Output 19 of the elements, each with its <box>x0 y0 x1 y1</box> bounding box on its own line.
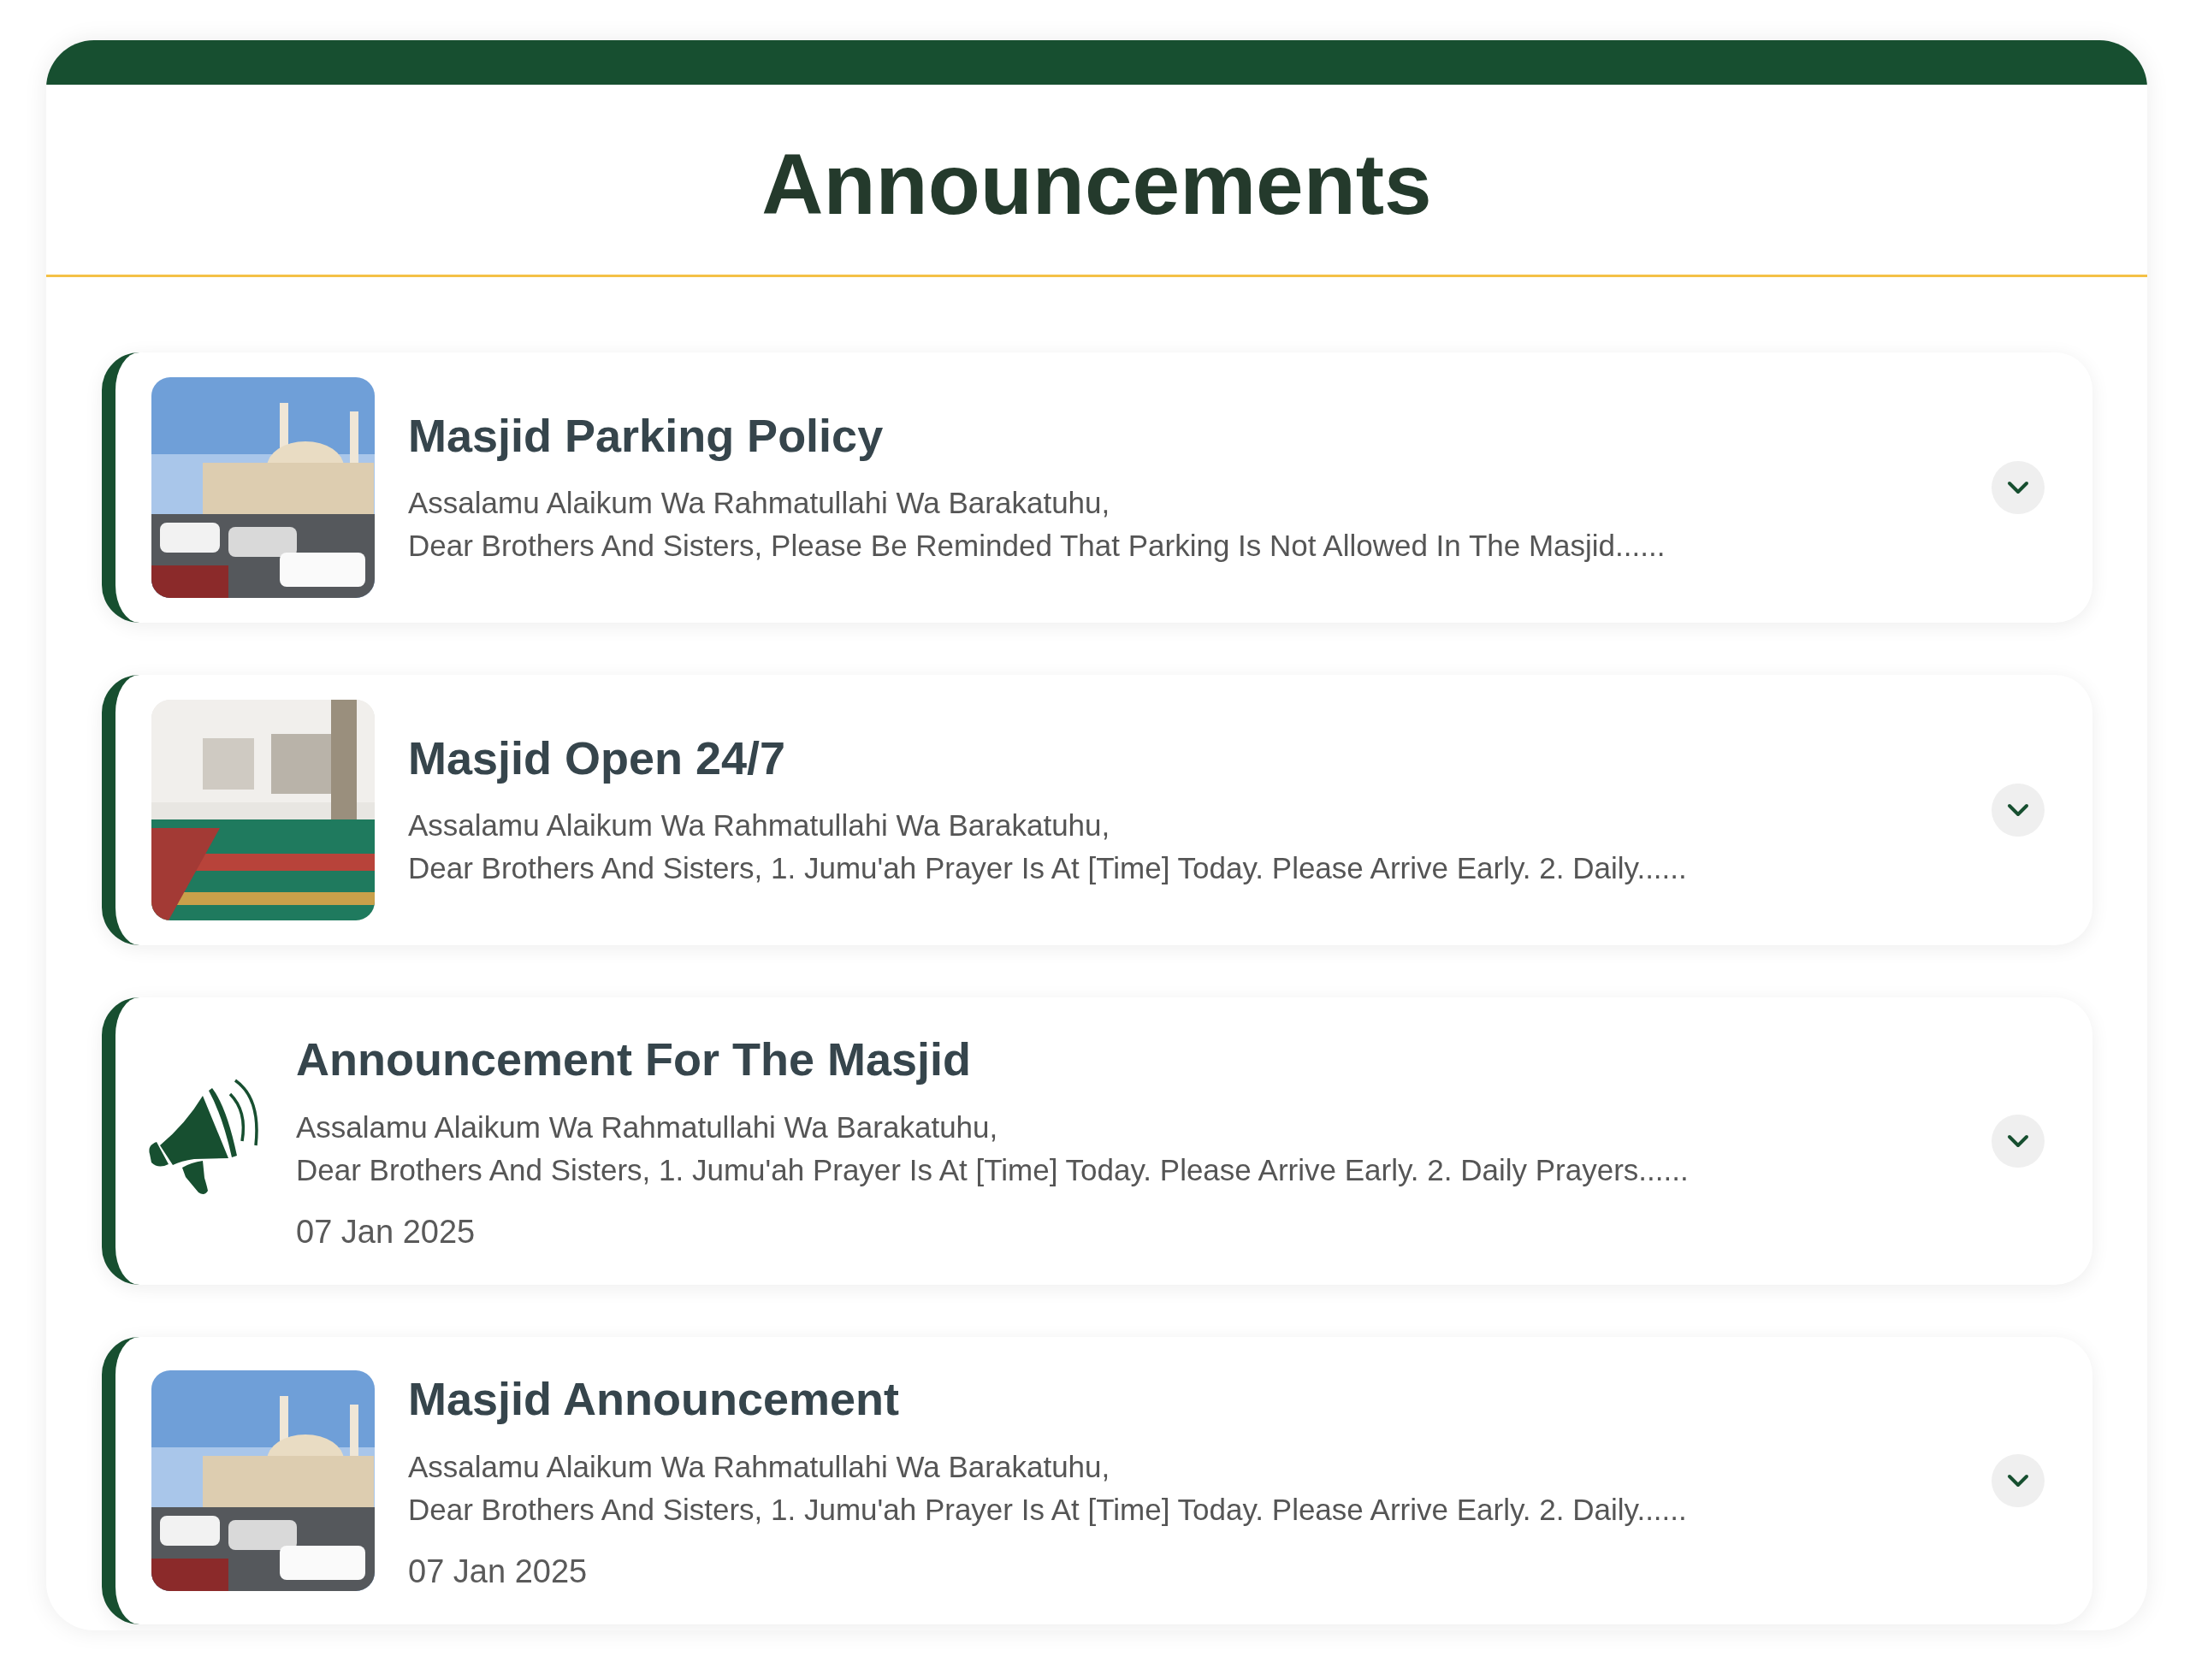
announcement-text: Dear Brothers And Sisters, 1. Jumu'ah Prayer Is At [Time] Today. Please Arrive Early. 2. Daily...... <box>408 1491 1688 1528</box>
chevron-down-icon <box>2007 1134 2029 1148</box>
announcement-title: Masjid Announcement <box>408 1372 901 1427</box>
chevron-down-icon <box>2007 481 2029 494</box>
announcement-text: Assalamu Alaikum Wa Rahmatullahi Wa Barakatuhu, <box>408 807 1111 844</box>
announcement-title: Masjid Open 24/7 <box>408 731 787 785</box>
announcement-title: Announcement For The Masjid <box>296 1032 973 1087</box>
announcement-date: 07 Jan 2025 <box>408 1553 589 1590</box>
chevron-down-icon <box>2007 803 2029 817</box>
announcement-text: Assalamu Alaikum Wa Rahmatullahi Wa Barakatuhu, <box>408 1448 1111 1485</box>
page-title: Announcements <box>46 85 2147 277</box>
announcement-text: Assalamu Alaikum Wa Rahmatullahi Wa Barakatuhu, <box>408 485 1111 522</box>
announcement-title: Masjid Parking Policy <box>408 408 885 463</box>
announcement-text: Dear Brothers And Sisters, 1. Jumu'ah Prayer Is At [Time] Today. Please Arrive Early. 2. Daily...... <box>408 850 1688 887</box>
announcement-text: Assalamu Alaikum Wa Rahmatullahi Wa Barakatuhu, <box>296 1109 999 1145</box>
announcement-text: Dear Brothers And Sisters, Please Be Reminded That Parking Is Not Allowed In The Masjid...... <box>408 528 1666 565</box>
announcement-text: Dear Brothers And Sisters, 1. Jumu'ah Prayer Is At [Time] Today. Please Arrive Early. 2. Daily Prayers...... <box>296 1151 1690 1188</box>
chevron-down-icon <box>2007 1474 2029 1488</box>
announcement-date: 07 Jan 2025 <box>296 1213 476 1251</box>
